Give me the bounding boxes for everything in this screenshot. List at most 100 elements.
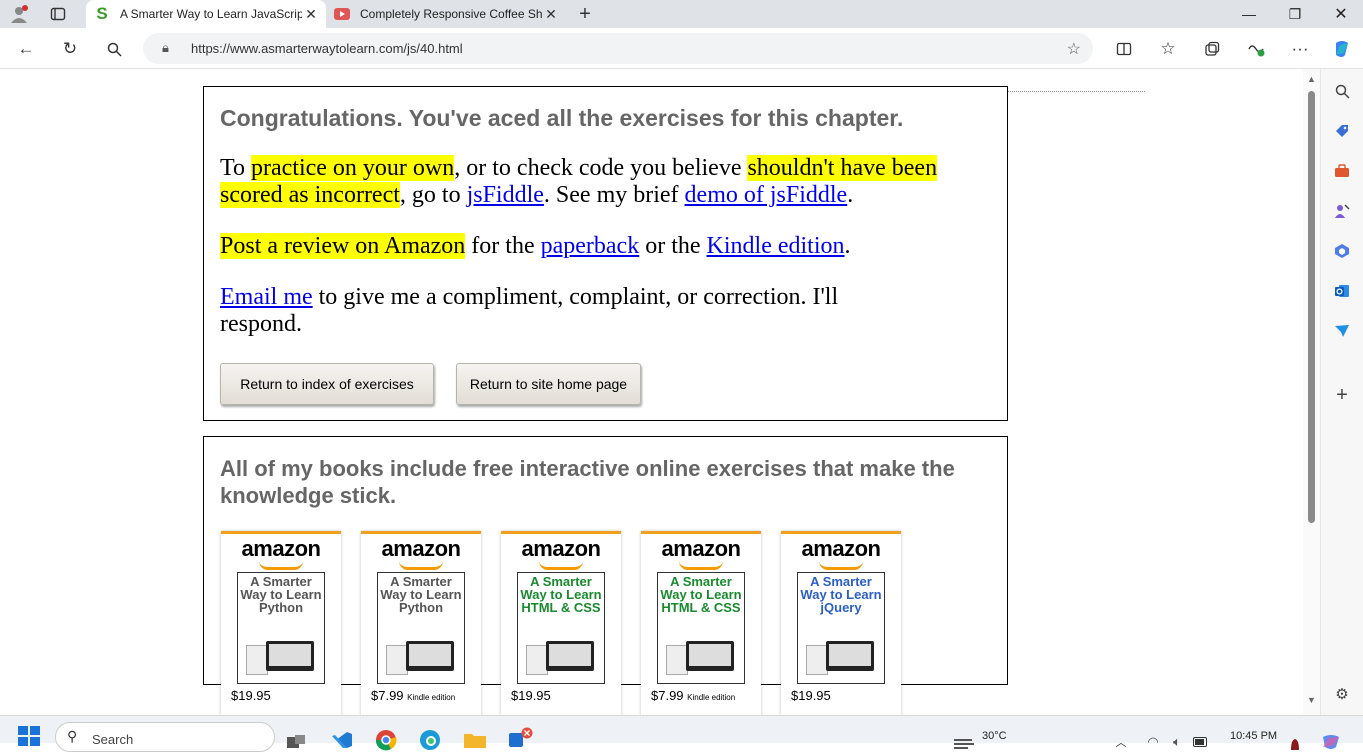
text: . See my brief bbox=[543, 182, 685, 208]
jsfiddle-demo-link[interactable]: demo of jsFiddle bbox=[685, 182, 848, 208]
laptop-illustration bbox=[246, 639, 316, 677]
return-home-button[interactable]: Return to site home page bbox=[456, 363, 641, 405]
kindle-edition-link[interactable]: Kindle edition bbox=[707, 233, 845, 259]
search-icon[interactable] bbox=[102, 37, 126, 61]
tab-javascript[interactable]: S A Smarter Way to Learn JavaScrip ✕ bbox=[86, 0, 326, 28]
laptop-illustration bbox=[526, 639, 596, 677]
battery-icon[interactable] bbox=[1190, 730, 1212, 754]
scroll-down-icon[interactable]: ▼ bbox=[1307, 695, 1316, 705]
congrats-heading: Congratulations. You've aced all the exe… bbox=[220, 105, 904, 131]
file-explorer-icon[interactable] bbox=[462, 728, 488, 752]
scroll-up-icon[interactable]: ▲ bbox=[1307, 74, 1316, 84]
split-screen-icon[interactable] bbox=[1112, 37, 1136, 61]
back-icon[interactable]: ← bbox=[14, 37, 38, 61]
copilot-taskbar-icon[interactable] bbox=[1318, 730, 1344, 754]
tab-title: A Smarter Way to Learn JavaScrip bbox=[120, 7, 302, 21]
text: , go to bbox=[399, 182, 467, 208]
edge-icon[interactable] bbox=[418, 728, 442, 752]
book-cover[interactable]: A Smarter Way to Learn HTML & CSS bbox=[657, 572, 745, 684]
review-paragraph: Post a review on Amazon for the paperbac… bbox=[220, 233, 990, 260]
new-tab-icon[interactable]: + bbox=[574, 3, 596, 25]
taskbar-search-placeholder: Search bbox=[92, 732, 134, 747]
wifi-icon[interactable]: ◠ bbox=[1142, 730, 1164, 754]
taskbar-search-icon: ⚲ bbox=[67, 728, 78, 744]
favorites-icon[interactable]: ☆ bbox=[1156, 37, 1180, 61]
amazon-smile-icon bbox=[259, 561, 303, 570]
tab-strip: S A Smarter Way to Learn JavaScrip ✕ Com… bbox=[0, 0, 1363, 28]
taskbar-search-box[interactable]: ⚲ Search bbox=[55, 722, 275, 752]
notification-dot-icon[interactable] bbox=[1288, 732, 1302, 756]
weather-temperature[interactable]: 30°C bbox=[982, 724, 1007, 748]
book-price: $7.99 Kindle edition bbox=[651, 688, 735, 703]
book-card[interactable]: amazon A Smarter Way to Learn HTML & CSS… bbox=[501, 531, 621, 715]
browser-essentials-icon[interactable] bbox=[1244, 37, 1268, 61]
text: or the bbox=[639, 233, 707, 259]
profile-icon[interactable] bbox=[8, 4, 30, 24]
email-paragraph: Email me to give me a compliment, compla… bbox=[220, 284, 920, 338]
favorite-star-icon[interactable]: ☆ bbox=[1067, 39, 1081, 59]
congrats-panel: Congratulations. You've aced all the exe… bbox=[203, 86, 1008, 421]
close-icon[interactable]: ✕ bbox=[302, 6, 320, 23]
collections-icon[interactable] bbox=[1200, 37, 1224, 61]
minimize-icon[interactable]: — bbox=[1226, 0, 1272, 28]
book-title: A Smarter Way to Learn Python bbox=[240, 574, 322, 615]
amazon-logo: amazon bbox=[801, 536, 881, 561]
paperback-link[interactable]: paperback bbox=[541, 233, 640, 259]
book-title: A Smarter Way to Learn Python bbox=[380, 574, 462, 615]
add-sidebar-app-icon[interactable]: + bbox=[1332, 384, 1352, 406]
book-title: A Smarter Way to Learn HTML & CSS bbox=[660, 574, 742, 615]
text: to give me a compliment, complaint, or c… bbox=[220, 284, 839, 337]
book-cover[interactable]: A Smarter Way to Learn Python bbox=[377, 572, 465, 684]
book-card[interactable]: amazon A Smarter Way to Learn HTML & CSS… bbox=[641, 531, 761, 715]
shopping-tag-icon[interactable] bbox=[1332, 121, 1352, 141]
book-cover[interactable]: A Smarter Way to Learn jQuery bbox=[797, 572, 885, 684]
tools-icon[interactable] bbox=[1332, 161, 1352, 181]
return-index-button[interactable]: Return to index of exercises bbox=[220, 363, 434, 405]
price-value: $7.99 bbox=[371, 688, 404, 703]
jsfiddle-link[interactable]: jsFiddle bbox=[467, 182, 544, 208]
reload-icon[interactable]: ↻ bbox=[58, 37, 82, 61]
games-icon[interactable] bbox=[1332, 201, 1352, 221]
volume-icon[interactable]: 🔈︎ bbox=[1166, 730, 1188, 754]
microsoft-365-icon[interactable] bbox=[1332, 241, 1352, 261]
page-scrollbar[interactable]: ▲ ▼ bbox=[1303, 69, 1320, 715]
chrome-icon[interactable] bbox=[374, 728, 398, 752]
book-price: $19.95 bbox=[791, 688, 831, 703]
practice-paragraph: To practice on your own, or to check cod… bbox=[220, 155, 990, 209]
laptop-illustration bbox=[386, 639, 456, 677]
url-text[interactable]: https://www.asmarterwaytolearn.com/js/40… bbox=[191, 41, 463, 56]
restore-icon[interactable]: ❐ bbox=[1272, 0, 1318, 28]
clock-time[interactable]: 10:45 PM bbox=[1230, 724, 1277, 748]
price-value: $19.95 bbox=[231, 688, 271, 703]
vscode-icon[interactable] bbox=[330, 728, 354, 752]
sidebar-settings-icon[interactable]: ⚙ bbox=[1332, 684, 1352, 704]
email-me-link[interactable]: Email me bbox=[220, 284, 313, 310]
send-icon[interactable] bbox=[1332, 321, 1352, 341]
notifications-app-icon[interactable] bbox=[506, 726, 534, 750]
copilot-icon[interactable] bbox=[1330, 37, 1354, 61]
close-icon[interactable]: ✕ bbox=[542, 6, 560, 23]
text: . bbox=[844, 233, 851, 259]
address-bar[interactable]: 🔒︎ https://www.asmarterwaytolearn.com/js… bbox=[143, 33, 1093, 64]
windows-start-icon[interactable] bbox=[18, 726, 40, 746]
close-window-icon[interactable]: ✕ bbox=[1318, 0, 1363, 28]
lock-icon[interactable]: 🔒︎ bbox=[162, 40, 169, 56]
book-card[interactable]: amazon A Smarter Way to Learn Python $7.… bbox=[361, 531, 481, 715]
book-cover[interactable]: A Smarter Way to Learn HTML & CSS bbox=[517, 572, 605, 684]
scroll-thumb[interactable] bbox=[1308, 91, 1315, 523]
edition-label: Kindle edition bbox=[687, 693, 736, 702]
tab-actions-icon[interactable] bbox=[47, 4, 69, 24]
books-heading: All of my books include free interactive… bbox=[220, 456, 955, 508]
youtube-icon bbox=[334, 6, 350, 22]
tab-coffee[interactable]: Completely Responsive Coffee Sh ✕ bbox=[326, 0, 566, 28]
sidebar-search-icon[interactable] bbox=[1332, 81, 1352, 101]
weather-icon[interactable] bbox=[950, 730, 978, 754]
book-card[interactable]: amazon A Smarter Way to Learn jQuery $19… bbox=[781, 531, 901, 715]
book-cover[interactable]: A Smarter Way to Learn Python bbox=[237, 572, 325, 684]
book-card[interactable]: amazon A Smarter Way to Learn Python $19… bbox=[221, 531, 341, 715]
outlook-icon[interactable] bbox=[1332, 281, 1352, 301]
more-options-icon[interactable]: ··· bbox=[1288, 37, 1312, 61]
windows-taskbar: ⚲ Search 30°C ︿ ◠ 🔈︎ 10:45 PM bbox=[0, 715, 1363, 752]
show-hidden-icons-icon[interactable]: ︿ bbox=[1112, 730, 1130, 754]
task-view-icon[interactable] bbox=[285, 730, 307, 754]
